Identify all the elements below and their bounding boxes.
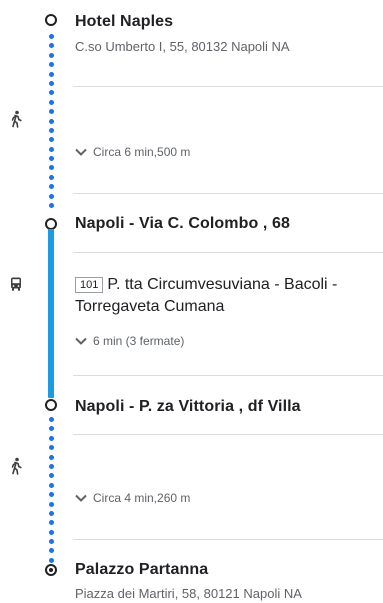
divider xyxy=(73,434,383,435)
walk1-details-toggle[interactable]: Circa 6 min,500 m xyxy=(75,144,190,160)
alighting-stop-marker xyxy=(45,399,57,411)
divider xyxy=(73,193,383,194)
bus-route-line xyxy=(48,229,54,398)
walk-route-dots xyxy=(46,417,56,567)
walking-icon xyxy=(6,109,26,129)
divider xyxy=(73,86,383,87)
line-number-badge: 101 xyxy=(75,277,104,293)
divider xyxy=(73,539,383,540)
transit-line-info[interactable]: 101 P. tta Circumvesuviana - Bacoli - Tor… xyxy=(75,274,375,318)
walk-route-dots xyxy=(46,34,56,212)
line-route-name: P. tta Circumvesuviana - Bacoli - Torreg… xyxy=(75,276,338,315)
origin-address: C.so Umberto I, 55, 80132 Napoli NA xyxy=(75,39,290,54)
origin-name[interactable]: Hotel Naples xyxy=(75,13,173,31)
destination-address: Piazza dei Martiri, 58, 80121 Napoli NA xyxy=(75,586,302,601)
walk2-details-toggle[interactable]: Circa 4 min,260 m xyxy=(75,490,190,506)
destination-name[interactable]: Palazzo Partanna xyxy=(75,561,208,579)
transit-details-toggle[interactable]: 6 min (3 fermate) xyxy=(75,333,184,349)
boarding-stop-name[interactable]: Napoli - Via C. Colombo , 68 xyxy=(75,215,290,233)
walk1-summary: Circa 6 min,500 m xyxy=(93,145,191,159)
directions-panel: Hotel Naples C.so Umberto I, 55, 80132 N… xyxy=(0,0,383,603)
walk2-summary: Circa 4 min,260 m xyxy=(93,491,191,505)
divider xyxy=(73,375,383,376)
chevron-down-icon xyxy=(75,148,87,156)
walking-icon xyxy=(6,456,26,476)
bus-icon xyxy=(6,274,26,294)
chevron-down-icon xyxy=(75,337,87,345)
chevron-down-icon xyxy=(75,494,87,502)
transit-summary: 6 min (3 fermate) xyxy=(93,334,185,348)
alighting-stop-name[interactable]: Napoli - P. za Vittoria , df Villa xyxy=(75,398,301,416)
origin-marker xyxy=(45,14,57,26)
destination-marker xyxy=(45,564,57,576)
divider xyxy=(73,252,383,253)
